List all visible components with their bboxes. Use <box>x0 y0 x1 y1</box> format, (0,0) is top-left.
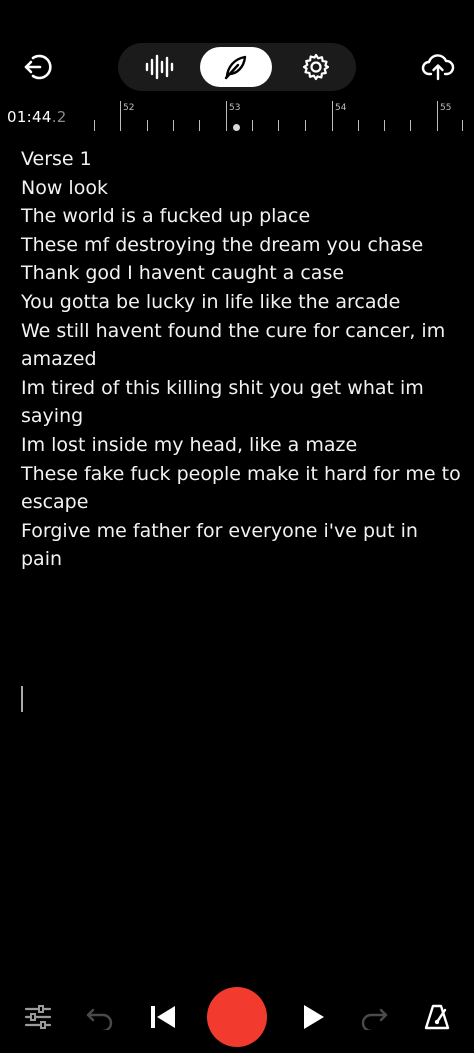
lyric-line: These fake fuck people make it hard for … <box>21 462 461 514</box>
metronome-icon[interactable] <box>420 1000 454 1034</box>
timeline-minor-tick <box>252 120 253 131</box>
timeline-major-tick <box>332 101 333 131</box>
timeline-major-tick <box>437 101 438 131</box>
undo-icon[interactable] <box>84 1002 116 1032</box>
timeline-minor-tick <box>173 120 174 131</box>
text-cursor <box>21 686 23 712</box>
waveform-icon[interactable] <box>130 43 188 91</box>
timeline-minor-tick <box>199 120 200 131</box>
exit-arrow-icon[interactable] <box>20 50 54 84</box>
timeline-minor-tick <box>384 120 385 131</box>
current-time: 01:44.2 <box>7 108 67 126</box>
top-bar <box>0 0 474 100</box>
lyric-line: Im lost inside my head, like a maze <box>21 433 358 456</box>
timeline-major-tick <box>120 101 121 131</box>
record-button[interactable] <box>207 987 267 1047</box>
timeline-marker-label: 55 <box>440 103 452 113</box>
lyric-line: Forgive me father for everyone i've put … <box>21 519 418 571</box>
timeline-minor-tick <box>94 120 95 131</box>
cloud-upload-icon[interactable] <box>420 50 456 84</box>
sliders-icon[interactable] <box>22 1002 54 1032</box>
lyric-line: You gotta be lucky in life like the arca… <box>21 290 401 313</box>
skip-back-icon[interactable] <box>146 1002 180 1032</box>
lyric-line: The world is a fucked up place <box>21 205 311 228</box>
lyric-line: Now look <box>21 176 108 199</box>
timeline-minor-tick <box>358 120 359 131</box>
timeline-minor-tick <box>147 120 148 131</box>
redo-icon[interactable] <box>358 1002 390 1032</box>
timeline-marker-label: 54 <box>335 103 347 113</box>
lyric-line: Verse 1 <box>21 148 92 170</box>
lyric-line: These mf destroying the dream you chase <box>21 233 424 256</box>
play-icon[interactable] <box>296 1002 330 1032</box>
lyric-line: We still havent found the cure for cance… <box>21 319 446 371</box>
timeline-major-tick <box>226 101 227 131</box>
playhead-dot[interactable] <box>233 124 240 131</box>
lyrics-editor[interactable]: Verse 1 Now look The world is a fucked u… <box>21 145 461 574</box>
mode-switcher <box>118 43 356 91</box>
timeline-marker-label: 53 <box>229 103 241 113</box>
timeline-marker-label: 52 <box>123 103 135 113</box>
timeline-minor-tick <box>462 120 463 131</box>
timeline-minor-tick <box>278 120 279 131</box>
timeline-minor-tick <box>410 120 411 131</box>
feather-pen-icon[interactable] <box>200 43 272 91</box>
lyric-line: Thank god I havent caught a case <box>21 262 345 285</box>
timeline-minor-tick <box>305 120 306 131</box>
gear-icon[interactable] <box>288 43 344 91</box>
lyric-line: Im tired of this killing shit you get wh… <box>21 376 424 428</box>
